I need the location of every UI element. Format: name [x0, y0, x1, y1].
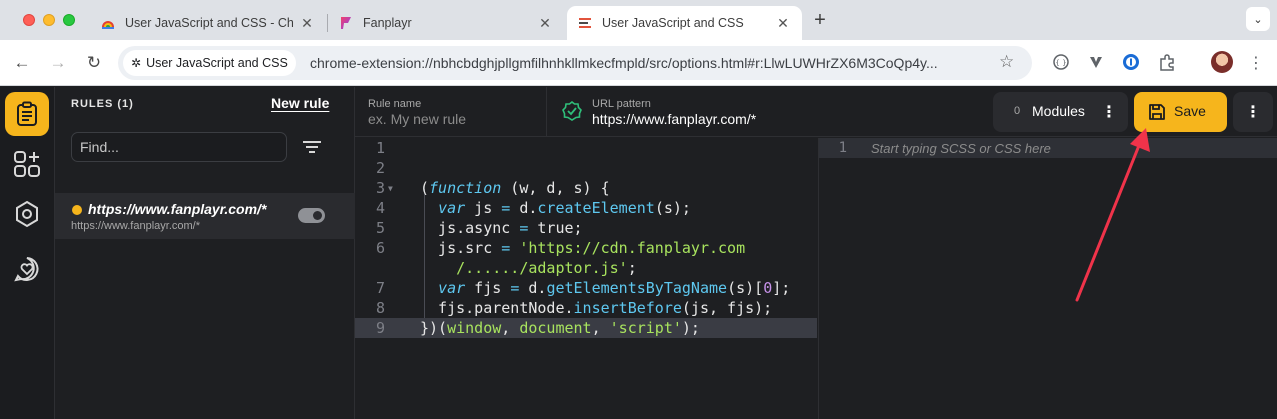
browser-toolbar: ← → ↻ ✲ User JavaScript and CSS chrome-e… — [0, 40, 1277, 86]
modules-icon[interactable] — [5, 142, 49, 186]
new-rule-link[interactable]: New rule — [271, 95, 329, 111]
reload-icon[interactable]: ↻ — [82, 51, 106, 75]
close-icon[interactable]: ✕ — [536, 14, 554, 32]
rules-heading: RULES (1) — [71, 98, 134, 110]
rules-icon[interactable] — [5, 92, 49, 136]
code-line: 4 var js = d.createElement(s); — [375, 199, 691, 217]
tab-search-button[interactable]: ⌄ — [1246, 7, 1270, 31]
password-manager-icon[interactable] — [1121, 52, 1141, 72]
minimize-window-button[interactable] — [43, 14, 55, 26]
heart-chat-icon[interactable] — [5, 247, 49, 291]
tab-webstore[interactable]: User JavaScript and CSS - Ch ✕ — [92, 6, 324, 40]
url-pattern-label: URL pattern — [592, 98, 651, 110]
fold-arrow-icon[interactable]: ▼ — [388, 179, 393, 199]
rule-name-label: Rule name — [368, 98, 422, 110]
extension-chip-label: User JavaScript and CSS — [146, 56, 288, 70]
valid-check-icon — [562, 101, 582, 121]
profile-avatar[interactable] — [1211, 51, 1233, 73]
css-code-editor[interactable]: 1 Start typing SCSS or CSS here — [818, 138, 1277, 419]
address-bar[interactable]: ✲ User JavaScript and CSS chrome-extensi… — [118, 46, 1032, 80]
tab-fanplayr[interactable]: Fanplayr ✕ — [330, 6, 562, 40]
chrome-menu-icon[interactable]: ⋮ — [1246, 51, 1266, 75]
save-button[interactable]: Save — [1134, 92, 1227, 132]
rule-header: Rule name URL pattern https://www.fanpla… — [355, 87, 1277, 137]
chrome-webstore-icon — [102, 21, 114, 29]
bookmark-star-icon[interactable]: ☆ — [999, 52, 1014, 72]
code-line: 6 js.src = 'https://cdn.fanplayr.com — [375, 239, 746, 257]
fanplayr-icon — [341, 17, 351, 29]
icon-rail — [0, 87, 55, 419]
code-line: 8 fjs.parentNode.insertBefore(js, fjs); — [375, 299, 773, 317]
extensions-puzzle-icon[interactable] — [1157, 52, 1177, 72]
extension-v-icon[interactable] — [1086, 52, 1106, 72]
find-input[interactable] — [71, 132, 287, 162]
rule-url: https://www.fanplayr.com/* — [71, 220, 200, 232]
svg-text:{ }: { } — [1055, 59, 1066, 67]
save-label: Save — [1174, 103, 1206, 119]
new-tab-button[interactable]: + — [808, 8, 832, 32]
extension-bracket-icon[interactable]: { } — [1051, 52, 1071, 72]
close-icon[interactable]: ✕ — [774, 14, 792, 32]
code-line-active: 9})(window, document, 'script'); — [355, 318, 817, 338]
tab-title: Fanplayr — [363, 16, 412, 30]
rule-name: https://www.fanplayr.com/* — [88, 201, 267, 217]
code-line: /....../adaptor.js'; — [456, 259, 637, 277]
puzzle-icon: ✲ — [131, 56, 142, 70]
rule-name-input[interactable] — [368, 111, 538, 127]
css-active-line: 1 Start typing SCSS or CSS here — [819, 138, 1277, 158]
extension-list-icon — [579, 18, 591, 28]
js-code-editor[interactable]: 1 2 3 ▼ (function (w, d, s) { 4 var js = d… — [355, 138, 817, 419]
tab-title: User JavaScript and CSS — [602, 16, 744, 30]
tab-title: User JavaScript and CSS - Ch — [125, 16, 294, 30]
filter-icon[interactable] — [302, 139, 322, 155]
url-pattern-input[interactable]: https://www.fanplayr.com/* — [592, 111, 756, 127]
extension-chip[interactable]: ✲ User JavaScript and CSS — [123, 50, 296, 76]
maximize-window-button[interactable] — [63, 14, 75, 26]
rule-enabled-toggle[interactable] — [298, 208, 325, 223]
code-line: 2 — [375, 159, 385, 177]
tab-divider — [327, 14, 328, 32]
close-window-button[interactable] — [23, 14, 35, 26]
code-line: 3 ▼ (function (w, d, s) { — [375, 179, 610, 199]
rule-status-dot — [72, 205, 82, 215]
close-icon[interactable]: ✕ — [298, 14, 316, 32]
tab-user-js-css[interactable]: User JavaScript and CSS ✕ — [567, 6, 802, 40]
forward-arrow-icon[interactable]: → — [46, 51, 70, 75]
rule-list-item[interactable]: https://www.fanplayr.com/* https://www.f… — [55, 193, 355, 239]
modules-count: 0 — [1014, 105, 1021, 117]
code-line: 5 js.async = true; — [375, 219, 583, 237]
modules-label: Modules — [1032, 103, 1085, 119]
tab-strip: User JavaScript and CSS - Ch ✕ Fanplayr … — [0, 0, 1277, 40]
url-text[interactable]: chrome-extension://nbhcbdghjpllgmfilhnhk… — [310, 55, 990, 71]
back-arrow-icon[interactable]: ← — [10, 51, 34, 75]
settings-icon[interactable] — [5, 192, 49, 236]
header-divider — [546, 87, 547, 137]
kebab-menu-icon[interactable]: ⋮ — [1101, 102, 1117, 122]
css-placeholder: Start typing SCSS or CSS here — [871, 141, 1051, 156]
app-root: RULES (1) New rule https://www.fanplayr.… — [0, 87, 1277, 419]
code-line: 7 var fjs = d.getElementsByTagName(s)[0]… — [375, 279, 791, 297]
modules-button[interactable]: 0 Modules ⋮ — [993, 92, 1128, 132]
rules-sidebar: RULES (1) New rule https://www.fanplayr.… — [55, 87, 355, 419]
more-options-icon[interactable]: ⋮ — [1233, 92, 1273, 132]
css-line-number: 1 — [838, 140, 847, 156]
code-line: 1 — [375, 139, 385, 157]
save-icon — [1149, 104, 1165, 120]
